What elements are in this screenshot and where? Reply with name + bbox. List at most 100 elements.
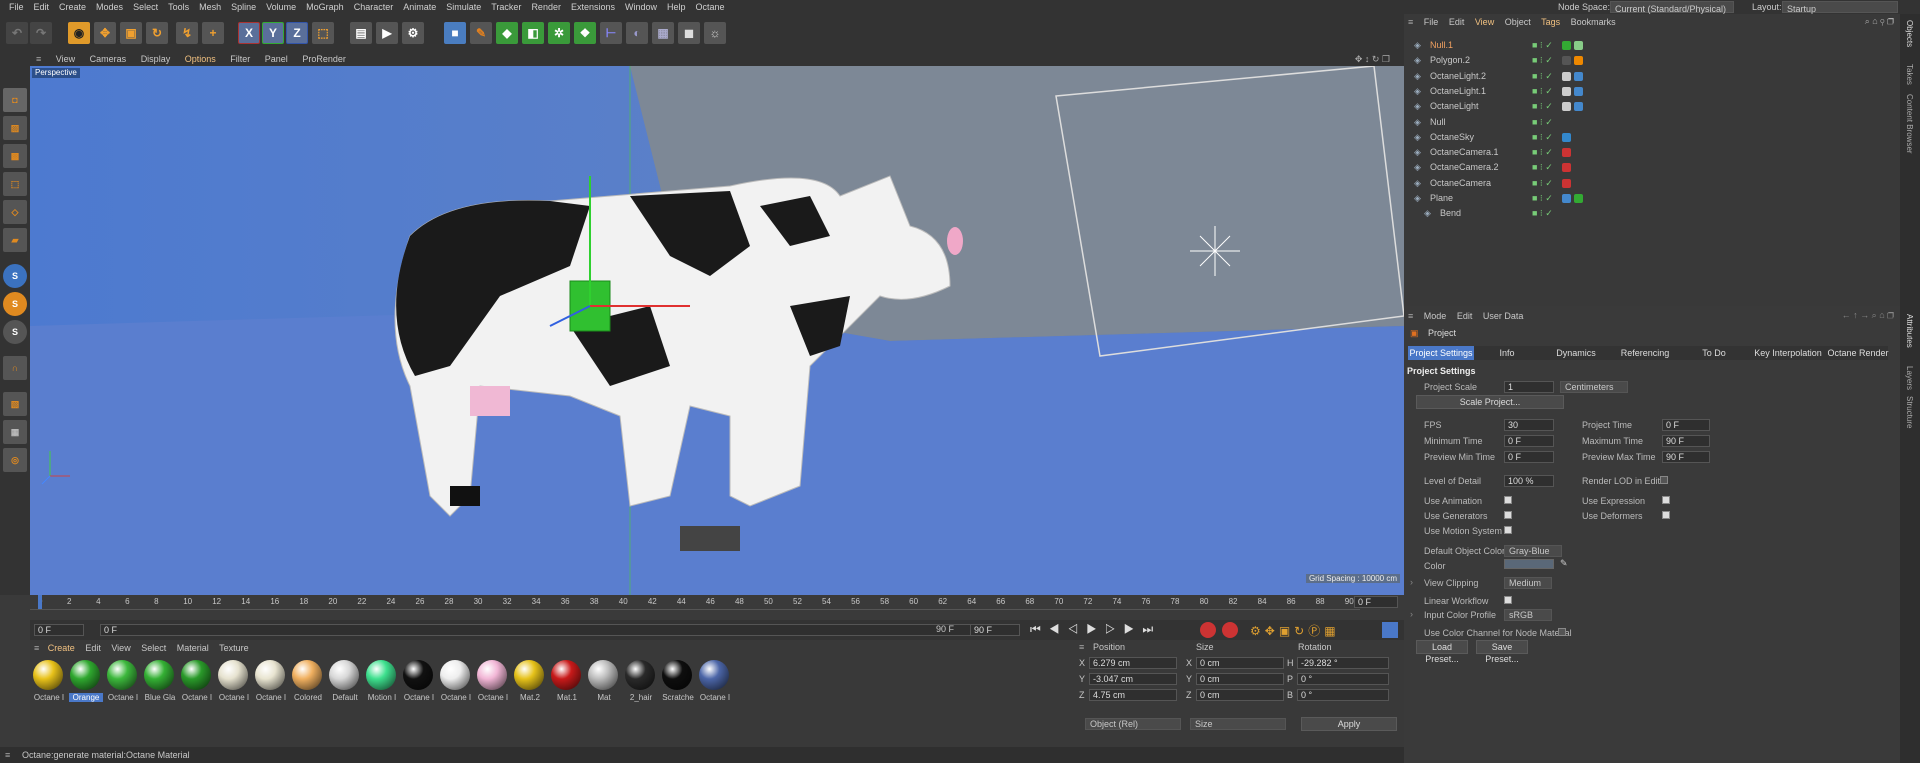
attr-hamburger-icon[interactable]: ≡ xyxy=(1408,311,1413,321)
render-settings-icon[interactable]: ⚙ xyxy=(402,22,424,44)
view-clipping-dropdown[interactable]: Medium xyxy=(1504,577,1552,589)
object-menu-bookmarks[interactable]: Bookmarks xyxy=(1571,17,1616,27)
material-swatch[interactable]: Octane I xyxy=(402,660,434,702)
preview-range-slider[interactable]: 0 F xyxy=(100,624,980,636)
object-row[interactable]: ◈ OctaneCamera ■ ⁝ ✓ xyxy=(1404,176,1900,191)
object-name[interactable]: OctaneLight.1 xyxy=(1430,84,1486,99)
eyedropper-icon[interactable]: ✎ xyxy=(1560,558,1568,569)
texture-mode-icon[interactable]: ▩ xyxy=(3,144,27,168)
coord-rot-field[interactable]: 0 ° xyxy=(1297,673,1389,685)
object-visibility-icon[interactable]: ■ ⁝ ✓ xyxy=(1532,115,1553,130)
status-hamburger-icon[interactable]: ≡ xyxy=(5,747,10,763)
project-time-field[interactable]: 0 F xyxy=(1662,419,1710,431)
coord-size-field[interactable]: 0 cm xyxy=(1196,657,1284,669)
timeline-playhead[interactable] xyxy=(38,595,42,609)
menu-octane[interactable]: Octane xyxy=(691,0,730,14)
object-menu-file[interactable]: File xyxy=(1424,17,1439,27)
tab-project-settings[interactable]: Project Settings xyxy=(1408,346,1474,360)
object-row[interactable]: ◈ OctaneCamera.2 ■ ⁝ ✓ xyxy=(1404,160,1900,175)
material-swatch[interactable]: Octane I xyxy=(180,660,212,702)
coords-hamburger-icon[interactable]: ≡ xyxy=(1079,642,1084,652)
coord-rot-field[interactable]: 0 ° xyxy=(1297,689,1389,701)
coord-rot-field[interactable]: -29.282 ° xyxy=(1297,657,1389,669)
node-space-dropdown[interactable]: Current (Standard/Physical) xyxy=(1610,1,1734,14)
load-preset-button[interactable]: Load Preset... xyxy=(1416,640,1468,664)
material-swatch[interactable]: Octane I xyxy=(106,660,138,702)
object-tag-icon[interactable] xyxy=(1574,86,1583,96)
object-name[interactable]: Plane xyxy=(1430,191,1453,206)
move-icon[interactable]: ✥ xyxy=(94,22,116,44)
timeline-toggle-icon[interactable] xyxy=(1382,622,1398,638)
material-swatch[interactable]: Motion I xyxy=(365,660,397,702)
material-swatch[interactable]: Mat xyxy=(587,660,619,702)
spline-icon[interactable]: ◐ xyxy=(626,22,648,44)
tab-referencing[interactable]: Referencing xyxy=(1612,346,1678,360)
material-swatch[interactable]: Default xyxy=(328,660,360,702)
viewport-menu-cameras[interactable]: Cameras xyxy=(84,52,133,66)
tab-todo[interactable]: To Do xyxy=(1681,346,1747,360)
viewport-nav-icons[interactable]: ✥ ↕ ↻ ❐ xyxy=(1349,52,1396,66)
object-name[interactable]: OctaneLight xyxy=(1430,99,1479,114)
attr-menu-mode[interactable]: Mode xyxy=(1424,311,1447,321)
object-tag-icon[interactable] xyxy=(1574,194,1583,203)
polygons-mode-icon[interactable]: ▰ xyxy=(3,228,27,252)
workplane-icon[interactable]: ▧ xyxy=(3,392,27,416)
object-name[interactable]: Polygon.2 xyxy=(1430,53,1470,68)
use-generators-checkbox[interactable] xyxy=(1504,511,1512,519)
object-name[interactable]: Null.1 xyxy=(1430,38,1453,53)
use-animation-checkbox[interactable] xyxy=(1504,496,1512,504)
object-tag-icon[interactable] xyxy=(1562,71,1571,81)
material-menu-select[interactable]: Select xyxy=(141,643,166,653)
save-preset-button[interactable]: Save Preset... xyxy=(1476,640,1528,664)
coord-pos-field[interactable]: -3.047 cm xyxy=(1089,673,1177,685)
object-tag-icon[interactable] xyxy=(1562,86,1571,96)
object-tag-icon[interactable] xyxy=(1562,102,1571,112)
end-frame-field[interactable]: 90 F xyxy=(970,624,1020,636)
tab-octane-render[interactable]: Octane Render xyxy=(1826,346,1890,360)
points-mode-icon[interactable]: ⬚ xyxy=(3,172,27,196)
material-swatch[interactable]: Octane I xyxy=(254,660,286,702)
grid-icon[interactable]: ▦ xyxy=(3,420,27,444)
object-visibility-icon[interactable]: ■ ⁝ ✓ xyxy=(1532,53,1553,68)
coord-pos-field[interactable]: 6.279 cm xyxy=(1089,657,1177,669)
cloner-icon[interactable]: ❖ xyxy=(574,22,596,44)
object-tag-icon[interactable] xyxy=(1574,41,1583,50)
3d-viewport[interactable]: Perspective Grid Spacing : 10000 cm xyxy=(30,66,1404,595)
object-search-icon[interactable]: ⌕ ⌂ ⚲ ❐ xyxy=(1865,16,1894,27)
object-visibility-icon[interactable]: ■ ⁝ ✓ xyxy=(1532,69,1553,84)
material-swatch[interactable]: Orange xyxy=(69,660,103,702)
object-tag-icon[interactable] xyxy=(1574,71,1583,81)
material-swatch[interactable]: Blue Gla xyxy=(143,660,175,702)
render-picture-viewer-icon[interactable]: ▶ xyxy=(376,22,398,44)
model-mode-icon[interactable]: ▨ xyxy=(3,116,27,140)
attr-menu-edit[interactable]: Edit xyxy=(1457,311,1473,321)
light-icon[interactable]: ☼ xyxy=(704,22,726,44)
attr-menu-user-data[interactable]: User Data xyxy=(1483,311,1524,321)
lod-field[interactable]: 100 % xyxy=(1504,475,1554,487)
object-row[interactable]: ◈ Polygon.2 ■ ⁝ ✓ xyxy=(1404,53,1900,68)
coord-size-field[interactable]: 0 cm xyxy=(1196,673,1284,685)
input-profile-dropdown[interactable]: sRGB xyxy=(1504,609,1552,621)
current-frame-field[interactable]: 0 F xyxy=(1354,596,1398,608)
object-row[interactable]: ◈ OctaneCamera.1 ■ ⁝ ✓ xyxy=(1404,145,1900,160)
start-frame-field[interactable]: 0 F xyxy=(34,624,84,636)
material-swatch[interactable]: Octane I xyxy=(439,660,471,702)
object-tag-icon[interactable] xyxy=(1574,56,1583,66)
material-menu-edit[interactable]: Edit xyxy=(85,643,101,653)
tab-layers[interactable]: Layers xyxy=(1905,366,1914,390)
menu-character[interactable]: Character xyxy=(349,0,399,14)
menu-spline[interactable]: Spline xyxy=(226,0,261,14)
coordinate-system-icon[interactable]: ⬚ xyxy=(312,22,334,44)
keyframe-options-icons[interactable]: ⚙✥▣↻Ⓟ▦ xyxy=(1250,622,1340,639)
viewport-hamburger-icon[interactable]: ≡ xyxy=(30,52,47,66)
layout-dropdown[interactable]: Startup xyxy=(1782,1,1898,14)
rotate-icon[interactable]: ↻ xyxy=(146,22,168,44)
playback-controls[interactable]: ⏮◀◁▶▷▶⏭ xyxy=(1030,622,1161,637)
select-icon[interactable]: ◉ xyxy=(68,22,90,44)
menu-select[interactable]: Select xyxy=(128,0,163,14)
material-hamburger-icon[interactable]: ≡ xyxy=(34,643,39,653)
apply-button[interactable]: Apply xyxy=(1301,717,1397,731)
viewport-menu-prorender[interactable]: ProRender xyxy=(296,52,352,66)
tab-structure[interactable]: Structure xyxy=(1905,396,1914,428)
material-swatch[interactable]: Octane I xyxy=(32,660,64,702)
